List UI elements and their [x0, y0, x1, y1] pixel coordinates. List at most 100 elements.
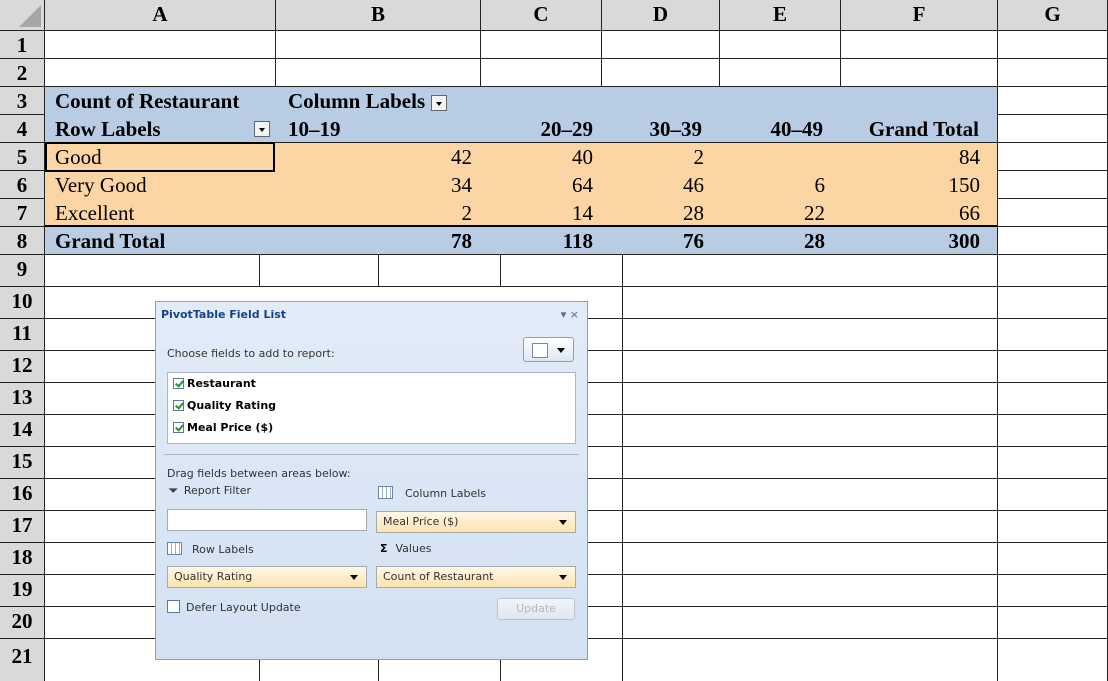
cell[interactable] — [623, 607, 998, 639]
cell[interactable] — [998, 447, 1108, 479]
row-header[interactable]: 7 — [0, 199, 45, 227]
pivot-column-labels-header[interactable]: Column Labels — [276, 87, 481, 115]
pane-title-buttons[interactable]: ▾ × — [561, 308, 579, 321]
row-header[interactable]: 8 — [0, 227, 45, 255]
row-header[interactable]: 21 — [0, 639, 45, 681]
cell[interactable] — [998, 479, 1108, 511]
cell-g3[interactable] — [998, 87, 1108, 115]
pivot-row-label[interactable]: Excellent — [45, 199, 276, 227]
row-header[interactable]: 9 — [0, 255, 45, 287]
cell[interactable] — [998, 415, 1108, 447]
pivot-value[interactable]: 84 — [841, 143, 998, 171]
cell-g5[interactable] — [998, 143, 1108, 171]
row-labels-dropdown-icon[interactable] — [254, 121, 270, 137]
cell-g1[interactable] — [998, 31, 1108, 59]
cell[interactable] — [623, 383, 998, 415]
field-meal-price[interactable]: Meal Price ($) — [173, 421, 273, 434]
row-labels-field[interactable]: Quality Rating — [167, 566, 367, 588]
pivot-value[interactable]: 150 — [841, 171, 998, 199]
cell-e1[interactable] — [720, 31, 841, 59]
cell[interactable] — [623, 351, 998, 383]
cell[interactable] — [998, 319, 1108, 351]
cell[interactable] — [998, 639, 1108, 681]
row-header[interactable]: 18 — [0, 543, 45, 575]
row-header[interactable]: 16 — [0, 479, 45, 511]
pivot-header-cell[interactable] — [720, 87, 841, 115]
row-header[interactable]: 14 — [0, 415, 45, 447]
report-filter-drop-zone[interactable] — [167, 509, 367, 531]
column-header-e[interactable]: E — [720, 0, 841, 31]
cell[interactable] — [623, 255, 998, 287]
row-header[interactable]: 13 — [0, 383, 45, 415]
cell[interactable] — [623, 319, 998, 351]
cell[interactable] — [623, 415, 998, 447]
update-button[interactable]: Update — [497, 598, 575, 620]
column-header-f[interactable]: F — [841, 0, 998, 31]
pivot-value[interactable]: 22 — [720, 199, 841, 227]
pivot-value[interactable]: 64 — [481, 171, 602, 199]
select-all-corner[interactable] — [0, 0, 45, 31]
cell-d1[interactable] — [602, 31, 720, 59]
pivot-row-label[interactable]: Very Good — [45, 171, 276, 199]
cell[interactable] — [998, 511, 1108, 543]
row-header[interactable]: 4 — [0, 115, 45, 143]
row-header[interactable]: 5 — [0, 143, 45, 171]
row-header[interactable]: 20 — [0, 607, 45, 639]
cell[interactable] — [998, 607, 1108, 639]
row-header[interactable]: 15 — [0, 447, 45, 479]
row-header[interactable]: 6 — [0, 171, 45, 199]
column-header-g[interactable]: G — [998, 0, 1108, 31]
pivot-header-cell[interactable] — [841, 87, 998, 115]
checkbox-icon[interactable] — [173, 378, 184, 389]
pivot-value[interactable]: 34 — [276, 171, 481, 199]
cell-g2[interactable] — [998, 59, 1108, 87]
pivot-value[interactable] — [720, 143, 841, 171]
cell-a2[interactable] — [45, 59, 276, 87]
cell[interactable] — [623, 479, 998, 511]
cell[interactable] — [623, 447, 998, 479]
cell-g8[interactable] — [998, 227, 1108, 255]
cell-b2[interactable] — [276, 59, 481, 87]
cell[interactable] — [998, 287, 1108, 319]
field-list-layout-button[interactable] — [523, 337, 574, 362]
cell[interactable] — [998, 543, 1108, 575]
checkbox-icon[interactable] — [173, 400, 184, 411]
cell-b1[interactable] — [276, 31, 481, 59]
cell[interactable] — [623, 511, 998, 543]
cell-g6[interactable] — [998, 171, 1108, 199]
cell[interactable] — [998, 351, 1108, 383]
row-header[interactable]: 17 — [0, 511, 45, 543]
pivot-value[interactable]: 2 — [602, 143, 720, 171]
cell[interactable] — [45, 255, 260, 287]
cell[interactable] — [998, 575, 1108, 607]
column-labels-field[interactable]: Meal Price ($) — [376, 511, 576, 533]
pivot-value[interactable]: 6 — [720, 171, 841, 199]
checkbox-icon[interactable] — [173, 422, 184, 433]
pivot-corner-label[interactable]: Count of Restaurant — [45, 87, 276, 115]
cell-e2[interactable] — [720, 59, 841, 87]
pivot-header-cell[interactable] — [602, 87, 720, 115]
column-labels-dropdown-icon[interactable] — [431, 95, 448, 112]
cell[interactable] — [260, 255, 379, 287]
column-header-d[interactable]: D — [602, 0, 720, 31]
defer-layout-update[interactable]: Defer Layout Update — [167, 600, 301, 614]
pivot-value[interactable]: 66 — [841, 199, 998, 227]
cell-g4[interactable] — [998, 115, 1108, 143]
values-field[interactable]: Count of Restaurant — [376, 566, 576, 588]
cell[interactable] — [623, 287, 998, 319]
row-header[interactable]: 19 — [0, 575, 45, 607]
cell[interactable] — [998, 255, 1108, 287]
pivottable-field-list-pane[interactable]: PivotTable Field List ▾ × Choose fields … — [155, 301, 588, 660]
cell-f2[interactable] — [841, 59, 998, 87]
grand-total-value[interactable]: 118 — [481, 227, 602, 255]
cell[interactable] — [501, 255, 623, 287]
cell[interactable] — [623, 575, 998, 607]
pivot-row-label[interactable]: Good — [45, 143, 276, 171]
row-header[interactable]: 3 — [0, 87, 45, 115]
row-header[interactable]: 1 — [0, 31, 45, 59]
pivot-row-labels-header[interactable]: Row Labels — [45, 115, 276, 143]
pivot-header-cell[interactable] — [481, 87, 602, 115]
grand-total-value[interactable]: 300 — [841, 227, 998, 255]
checkbox-icon[interactable] — [167, 600, 180, 613]
cell-d2[interactable] — [602, 59, 720, 87]
